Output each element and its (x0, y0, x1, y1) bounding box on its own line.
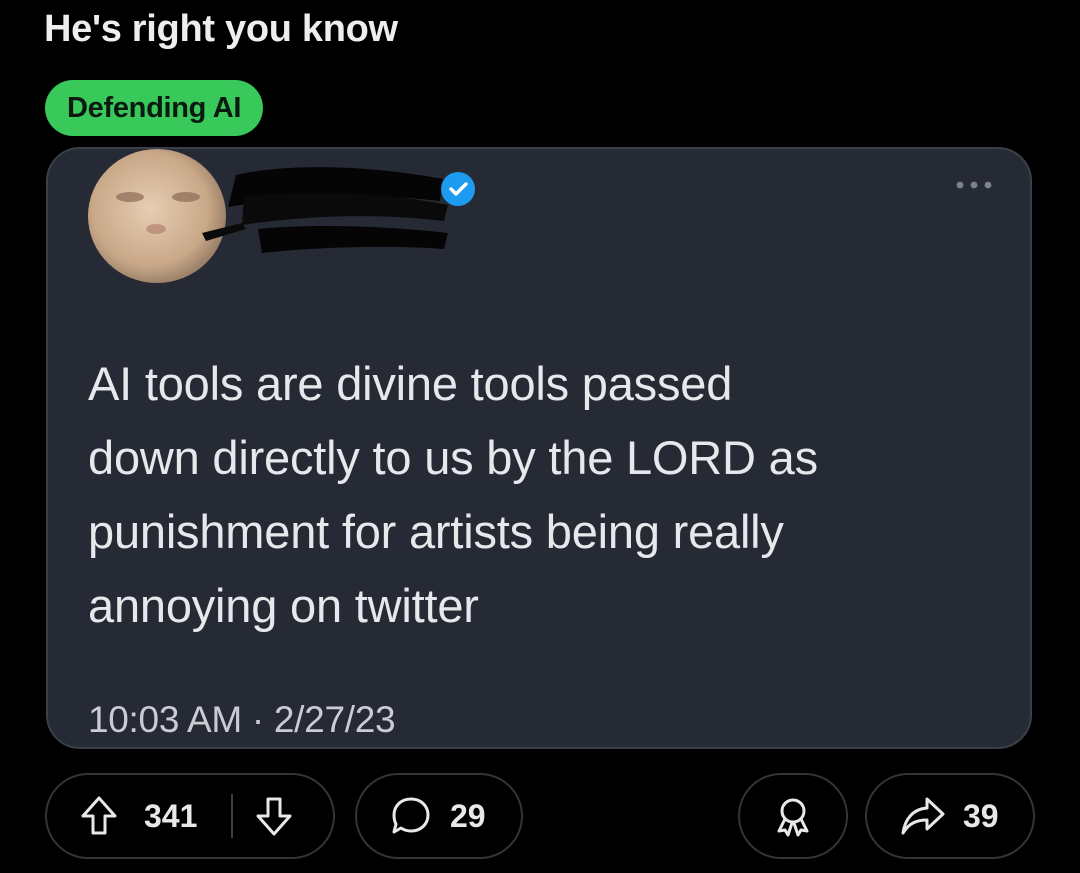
comment-bubble-icon (392, 797, 430, 834)
vote-bar: 341 (45, 773, 335, 859)
redacted-username (198, 149, 458, 269)
comments-button[interactable]: 29 (355, 773, 523, 859)
vote-divider (231, 794, 234, 838)
upvote-count: 341 (144, 797, 198, 834)
post-flair[interactable]: Defending AI (45, 80, 264, 136)
post-title[interactable]: He's right you know (44, 8, 398, 51)
award-button[interactable] (738, 773, 848, 859)
share-count: 39 (963, 797, 999, 834)
share-button[interactable]: 39 (865, 773, 1035, 859)
tweet-image[interactable]: AI tools are divine tools passed down di… (46, 147, 1032, 749)
more-options-icon[interactable] (954, 179, 994, 191)
tweet-timestamp: 10:03 AM · 2/27/23 (88, 699, 396, 740)
verified-badge-icon (441, 172, 475, 206)
downvote-arrow-icon[interactable] (255, 795, 293, 837)
tweet-text: AI tools are divine tools passed down di… (88, 357, 818, 632)
share-arrow-icon (901, 797, 945, 835)
award-icon (777, 798, 809, 837)
comment-count: 29 (450, 797, 486, 834)
upvote-arrow-icon[interactable] (80, 795, 118, 837)
